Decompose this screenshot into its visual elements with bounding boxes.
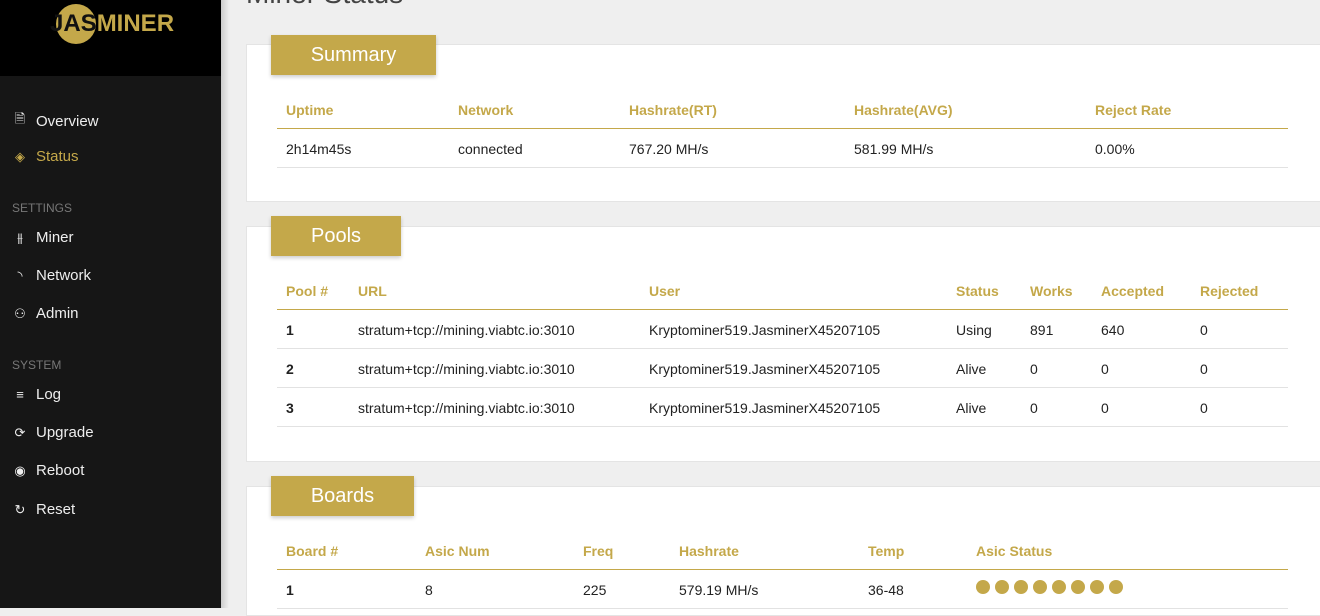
page-title: Miner Status: [246, 0, 403, 10]
header-cell: Works: [1030, 283, 1073, 299]
document-icon: 🗎: [14, 111, 26, 126]
table-cell: 0: [1200, 400, 1208, 416]
table-cell: Alive: [956, 361, 987, 377]
header-cell: Asic Num: [425, 543, 490, 559]
asic-status: [976, 580, 1128, 597]
hashrate-avg-value: 581.99 MH/s: [854, 141, 934, 157]
pools-table: Pool # URL User Status Works Accepted Rejected…: [277, 271, 1288, 427]
asic-status-dot: [1052, 580, 1066, 594]
sidebar-item-reboot[interactable]: ◉ Reboot: [12, 462, 84, 479]
table-cell: stratum+tcp://mining.viabtc.io:3010: [358, 400, 575, 416]
header-cell: Pool #: [286, 283, 329, 299]
refresh-icon: ⟳: [14, 424, 26, 440]
table-cell: Kryptominer519.JasminerX45207105: [649, 400, 881, 416]
asic-status-dot: [1109, 580, 1123, 594]
table-cell: 225: [583, 582, 607, 598]
table-cell: 0: [1030, 400, 1038, 416]
broadcast-icon: ◉: [14, 462, 26, 478]
header-reject-rate: Reject Rate: [1095, 102, 1172, 118]
table-header: Board # Asic Num Freq Hashrate Temp Asic Stat…: [277, 531, 1288, 570]
table-cell: 0: [1200, 322, 1208, 338]
lines-icon: ≡: [16, 387, 24, 402]
boards-title: Boards: [271, 476, 414, 516]
table-header: Uptime Network Hashrate(RT) Hashrate(AVG…: [277, 90, 1288, 129]
table-cell: 0: [1030, 361, 1038, 377]
header-hashrate-rt: Hashrate(RT): [629, 102, 717, 118]
header-cell: Asic Status: [976, 543, 1053, 559]
table-cell: 640: [1101, 322, 1125, 338]
header-cell: Temp: [868, 543, 905, 559]
sidebar-item-network[interactable]: ◝ Network: [12, 267, 91, 284]
sliders-icon: ⫵: [17, 229, 23, 245]
header-cell: User: [649, 283, 681, 299]
header-cell: Freq: [583, 543, 614, 559]
sidebar-item-upgrade[interactable]: ⟳ Upgrade: [12, 424, 94, 441]
table-cell: 36-48: [868, 582, 904, 598]
table-cell: Using: [956, 322, 992, 338]
header-uptime: Uptime: [286, 102, 334, 118]
table-cell: 891: [1030, 322, 1054, 338]
table-header: Pool # URL User Status Works Accepted Rejected: [277, 271, 1288, 310]
table-cell: stratum+tcp://mining.viabtc.io:3010: [358, 322, 575, 338]
table-cell: 0: [1200, 361, 1208, 377]
header-hashrate-avg: Hashrate(AVG): [854, 102, 953, 118]
header-cell: Accepted: [1101, 283, 1165, 299]
rotate-icon: ↻: [14, 501, 26, 517]
asic-status-dot: [1033, 580, 1047, 594]
table-cell: 0: [1101, 400, 1109, 416]
settings-section-label: SETTINGS: [12, 201, 73, 215]
table-cell: Alive: [956, 400, 987, 416]
table-cell: 1: [286, 322, 294, 338]
sidebar-item-log[interactable]: ≡ Log: [12, 386, 61, 403]
table-row: 3 stratum+tcp://mining.viabtc.io:3010 Kryp…: [277, 388, 1288, 427]
table-cell: Kryptominer519.JasminerX45207105: [649, 361, 881, 377]
users-icon: ⚇: [14, 305, 26, 321]
header-cell: Status: [956, 283, 999, 299]
table-row: 1 8 225 579.19 MH/s 36-48: [277, 570, 1288, 609]
table-row: 1 stratum+tcp://mining.viabtc.io:3010 Kryp…: [277, 310, 1288, 349]
header-cell: Hashrate: [679, 543, 739, 559]
sidebar-item-admin[interactable]: ⚇ Admin: [12, 305, 78, 322]
logo: JASMINER: [0, 0, 221, 76]
table-cell: Kryptominer519.JasminerX45207105: [649, 322, 881, 338]
asic-status-dot: [976, 580, 990, 594]
sidebar-item-reset[interactable]: ↻ Reset: [12, 501, 76, 518]
table-cell: 579.19 MH/s: [679, 582, 759, 598]
sidebar-item-overview[interactable]: 🗎 Overview: [12, 110, 99, 132]
boards-table: Board # Asic Num Freq Hashrate Temp Asic Stat…: [277, 531, 1288, 609]
header-cell: Rejected: [1200, 283, 1259, 299]
header-network: Network: [458, 102, 514, 118]
asic-status-dot: [995, 580, 1009, 594]
hashrate-rt-value: 767.20 MH/s: [629, 141, 709, 157]
pools-title: Pools: [271, 216, 401, 256]
sidebar: JASMINER 🗎 Overview ◈ Status SETTINGS ⫵ Min…: [0, 0, 221, 608]
asic-status-dot: [1014, 580, 1028, 594]
asic-status-dot: [1090, 580, 1104, 594]
sidebar-item-status[interactable]: ◈ Status: [12, 148, 79, 165]
table-cell: 1: [286, 582, 294, 598]
uptime-value: 2h14m45s: [286, 141, 352, 157]
system-section-label: SYSTEM: [12, 358, 62, 372]
summary-table: Uptime Network Hashrate(RT) Hashrate(AVG…: [277, 90, 1288, 168]
table-cell: 8: [425, 582, 433, 598]
layers-icon: ◈: [15, 148, 25, 164]
table-row: 2h14m45s connected 767.20 MH/s 581.99 MH…: [277, 129, 1288, 168]
summary-title: Summary: [271, 35, 436, 75]
table-cell: stratum+tcp://mining.viabtc.io:3010: [358, 361, 575, 377]
reject-rate-value: 0.00%: [1095, 141, 1135, 157]
network-value: connected: [458, 141, 523, 157]
table-cell: 0: [1101, 361, 1109, 377]
rss-icon: ◝: [17, 267, 23, 283]
header-cell: URL: [358, 283, 387, 299]
table-cell: 2: [286, 361, 294, 377]
asic-status-dot: [1071, 580, 1085, 594]
header-cell: Board #: [286, 543, 339, 559]
table-row: 2 stratum+tcp://mining.viabtc.io:3010 Kryp…: [277, 349, 1288, 388]
table-cell: 3: [286, 400, 294, 416]
sidebar-item-miner[interactable]: ⫵ Miner: [12, 229, 74, 246]
